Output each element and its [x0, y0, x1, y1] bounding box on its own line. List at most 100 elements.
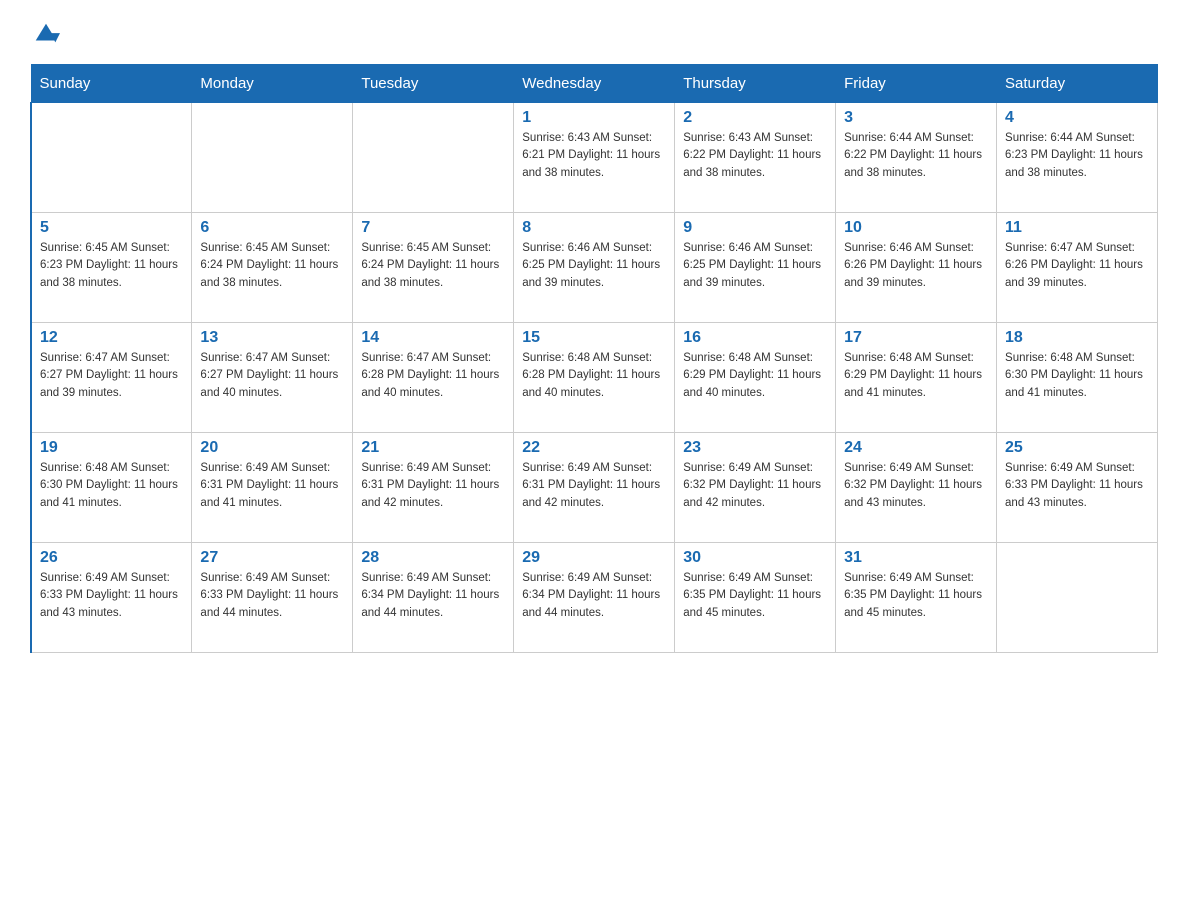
day-number: 2 — [683, 109, 827, 127]
day-number: 18 — [1005, 329, 1149, 347]
calendar-cell: 3 Sunrise: 6:44 AM Sunset: 6:22 PM Daylig… — [836, 103, 997, 213]
calendar-week-4: 19 Sunrise: 6:48 AM Sunset: 6:30 PM Dayli… — [31, 433, 1158, 543]
calendar-cell: 19 Sunrise: 6:48 AM Sunset: 6:30 PM Dayli… — [31, 433, 192, 543]
calendar-body: 1 Sunrise: 6:43 AM Sunset: 6:21 PM Daylig… — [31, 103, 1158, 653]
day-info: Sunrise: 6:46 AM Sunset: 6:25 PM Dayligh… — [683, 240, 827, 292]
calendar-cell: 21 Sunrise: 6:49 AM Sunset: 6:31 PM Dayli… — [353, 433, 514, 543]
day-number: 15 — [522, 329, 666, 347]
day-info: Sunrise: 6:46 AM Sunset: 6:25 PM Dayligh… — [522, 240, 666, 292]
day-info: Sunrise: 6:44 AM Sunset: 6:22 PM Dayligh… — [844, 130, 988, 182]
day-info: Sunrise: 6:49 AM Sunset: 6:31 PM Dayligh… — [200, 460, 344, 512]
calendar-cell: 18 Sunrise: 6:48 AM Sunset: 6:30 PM Dayli… — [997, 323, 1158, 433]
day-info: Sunrise: 6:45 AM Sunset: 6:24 PM Dayligh… — [361, 240, 505, 292]
calendar-cell: 12Sunrise: 6:47 AM Sunset: 6:27 PM Dayli… — [31, 323, 192, 433]
calendar-cell: 16Sunrise: 6:48 AM Sunset: 6:29 PM Dayli… — [675, 323, 836, 433]
calendar-cell — [997, 543, 1158, 653]
calendar-cell: 4 Sunrise: 6:44 AM Sunset: 6:23 PM Daylig… — [997, 103, 1158, 213]
day-info: Sunrise: 6:47 AM Sunset: 6:28 PM Dayligh… — [361, 350, 505, 402]
day-info: Sunrise: 6:49 AM Sunset: 6:32 PM Dayligh… — [844, 460, 988, 512]
calendar-header-saturday: Saturday — [997, 65, 1158, 103]
day-info: Sunrise: 6:48 AM Sunset: 6:30 PM Dayligh… — [40, 460, 183, 512]
calendar-cell: 28Sunrise: 6:49 AM Sunset: 6:34 PM Dayli… — [353, 543, 514, 653]
day-info: Sunrise: 6:49 AM Sunset: 6:35 PM Dayligh… — [844, 570, 988, 622]
day-number: 30 — [683, 549, 827, 567]
calendar-cell: 31 Sunrise: 6:49 AM Sunset: 6:35 PM Dayli… — [836, 543, 997, 653]
day-number: 13 — [200, 329, 344, 347]
day-info: Sunrise: 6:44 AM Sunset: 6:23 PM Dayligh… — [1005, 130, 1149, 182]
calendar-cell: 26 Sunrise: 6:49 AM Sunset: 6:33 PM Dayli… — [31, 543, 192, 653]
calendar-header-friday: Friday — [836, 65, 997, 103]
day-info: Sunrise: 6:48 AM Sunset: 6:28 PM Dayligh… — [522, 350, 666, 402]
calendar-table: SundayMondayTuesdayWednesdayThursdayFrid… — [30, 64, 1158, 653]
calendar-cell: 1 Sunrise: 6:43 AM Sunset: 6:21 PM Daylig… — [514, 103, 675, 213]
calendar-cell: 7 Sunrise: 6:45 AM Sunset: 6:24 PM Daylig… — [353, 213, 514, 323]
day-info: Sunrise: 6:43 AM Sunset: 6:21 PM Dayligh… — [522, 130, 666, 182]
calendar-header-row: SundayMondayTuesdayWednesdayThursdayFrid… — [31, 65, 1158, 103]
day-number: 24 — [844, 439, 988, 457]
day-info: Sunrise: 6:49 AM Sunset: 6:33 PM Dayligh… — [1005, 460, 1149, 512]
day-number: 25 — [1005, 439, 1149, 457]
day-info: Sunrise: 6:49 AM Sunset: 6:34 PM Dayligh… — [361, 570, 505, 622]
calendar-cell: 14 Sunrise: 6:47 AM Sunset: 6:28 PM Dayli… — [353, 323, 514, 433]
day-number: 27 — [200, 549, 344, 567]
calendar-header-tuesday: Tuesday — [353, 65, 514, 103]
calendar-header-wednesday: Wednesday — [514, 65, 675, 103]
calendar-cell: 29 Sunrise: 6:49 AM Sunset: 6:34 PM Dayli… — [514, 543, 675, 653]
calendar-cell: 17Sunrise: 6:48 AM Sunset: 6:29 PM Dayli… — [836, 323, 997, 433]
day-number: 22 — [522, 439, 666, 457]
day-info: Sunrise: 6:49 AM Sunset: 6:31 PM Dayligh… — [361, 460, 505, 512]
day-number: 20 — [200, 439, 344, 457]
day-number: 19 — [40, 439, 183, 457]
calendar-header-thursday: Thursday — [675, 65, 836, 103]
day-info: Sunrise: 6:46 AM Sunset: 6:26 PM Dayligh… — [844, 240, 988, 292]
day-number: 1 — [522, 109, 666, 127]
day-number: 12 — [40, 329, 183, 347]
calendar-cell: 25 Sunrise: 6:49 AM Sunset: 6:33 PM Dayli… — [997, 433, 1158, 543]
day-info: Sunrise: 6:49 AM Sunset: 6:33 PM Dayligh… — [200, 570, 344, 622]
calendar-week-1: 1 Sunrise: 6:43 AM Sunset: 6:21 PM Daylig… — [31, 103, 1158, 213]
day-number: 7 — [361, 219, 505, 237]
calendar-cell: 6 Sunrise: 6:45 AM Sunset: 6:24 PM Daylig… — [192, 213, 353, 323]
day-number: 29 — [522, 549, 666, 567]
logo — [30, 20, 60, 54]
day-info: Sunrise: 6:45 AM Sunset: 6:23 PM Dayligh… — [40, 240, 183, 292]
day-info: Sunrise: 6:49 AM Sunset: 6:33 PM Dayligh… — [40, 570, 183, 622]
calendar-cell: 20 Sunrise: 6:49 AM Sunset: 6:31 PM Dayli… — [192, 433, 353, 543]
day-number: 5 — [40, 219, 183, 237]
day-number: 14 — [361, 329, 505, 347]
calendar-week-5: 26 Sunrise: 6:49 AM Sunset: 6:33 PM Dayli… — [31, 543, 1158, 653]
day-info: Sunrise: 6:48 AM Sunset: 6:30 PM Dayligh… — [1005, 350, 1149, 402]
calendar-cell: 2Sunrise: 6:43 AM Sunset: 6:22 PM Daylig… — [675, 103, 836, 213]
calendar-cell: 22Sunrise: 6:49 AM Sunset: 6:31 PM Dayli… — [514, 433, 675, 543]
day-number: 10 — [844, 219, 988, 237]
calendar-cell — [31, 103, 192, 213]
calendar-header-monday: Monday — [192, 65, 353, 103]
day-number: 21 — [361, 439, 505, 457]
calendar-week-2: 5 Sunrise: 6:45 AM Sunset: 6:23 PM Daylig… — [31, 213, 1158, 323]
calendar-cell: 30Sunrise: 6:49 AM Sunset: 6:35 PM Dayli… — [675, 543, 836, 653]
day-number: 11 — [1005, 219, 1149, 237]
day-info: Sunrise: 6:47 AM Sunset: 6:26 PM Dayligh… — [1005, 240, 1149, 292]
day-number: 8 — [522, 219, 666, 237]
calendar-cell: 13 Sunrise: 6:47 AM Sunset: 6:27 PM Dayli… — [192, 323, 353, 433]
logo-text — [30, 20, 60, 54]
day-info: Sunrise: 6:45 AM Sunset: 6:24 PM Dayligh… — [200, 240, 344, 292]
day-info: Sunrise: 6:49 AM Sunset: 6:34 PM Dayligh… — [522, 570, 666, 622]
day-number: 6 — [200, 219, 344, 237]
day-info: Sunrise: 6:47 AM Sunset: 6:27 PM Dayligh… — [200, 350, 344, 402]
calendar-cell: 8 Sunrise: 6:46 AM Sunset: 6:25 PM Daylig… — [514, 213, 675, 323]
day-number: 17 — [844, 329, 988, 347]
calendar-cell — [353, 103, 514, 213]
day-number: 3 — [844, 109, 988, 127]
page-header — [30, 20, 1158, 54]
calendar-cell: 5 Sunrise: 6:45 AM Sunset: 6:23 PM Daylig… — [31, 213, 192, 323]
calendar-cell: 11 Sunrise: 6:47 AM Sunset: 6:26 PM Dayli… — [997, 213, 1158, 323]
day-number: 26 — [40, 549, 183, 567]
day-number: 4 — [1005, 109, 1149, 127]
calendar-cell: 9 Sunrise: 6:46 AM Sunset: 6:25 PM Daylig… — [675, 213, 836, 323]
calendar-week-3: 12 Sunrise: 6:47 AM Sunset: 6:27 PM Dayli… — [31, 323, 1158, 433]
calendar-header-sunday: Sunday — [31, 65, 192, 103]
day-number: 31 — [844, 549, 988, 567]
day-number: 9 — [683, 219, 827, 237]
calendar-cell: 27 Sunrise: 6:49 AM Sunset: 6:33 PM Dayli… — [192, 543, 353, 653]
